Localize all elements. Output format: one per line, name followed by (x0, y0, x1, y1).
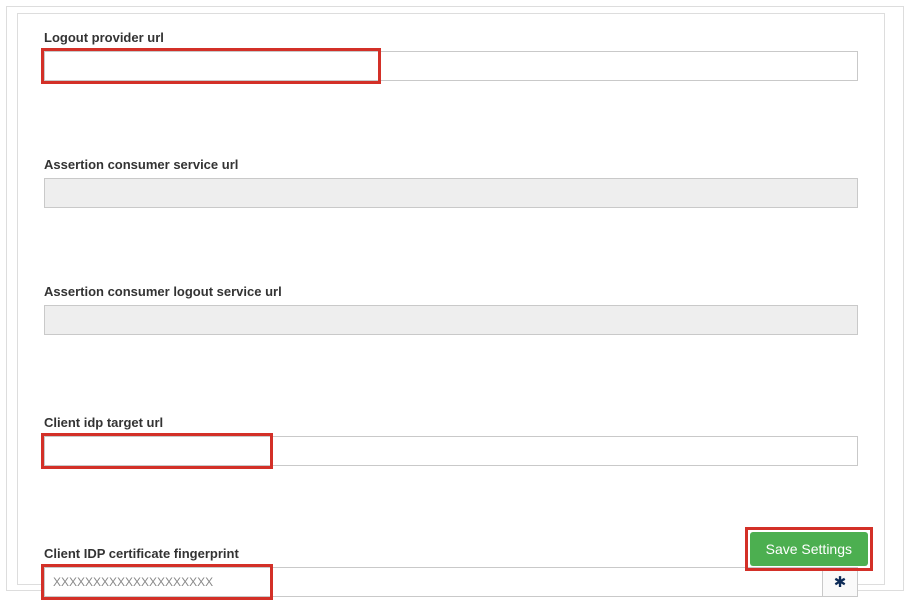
spacer (44, 335, 858, 395)
client-idp-target-input[interactable] (44, 436, 858, 466)
assertion-consumer-input (44, 178, 858, 208)
assertion-consumer-logout-input (44, 305, 858, 335)
logout-provider-label: Logout provider url (44, 30, 858, 45)
save-button-wrapper: Save Settings (750, 532, 868, 566)
save-settings-button[interactable]: Save Settings (750, 532, 868, 566)
spacer (44, 466, 858, 526)
assertion-consumer-logout-label: Assertion consumer logout service url (44, 284, 858, 299)
client-idp-fingerprint-input-wrapper: ✱ (44, 567, 858, 597)
client-idp-target-label: Client idp target url (44, 415, 858, 430)
page-outer-frame: Logout provider url Assertion consumer s… (6, 6, 904, 591)
client-idp-target-group: Client idp target url (44, 415, 858, 466)
assertion-consumer-input-wrapper (44, 178, 858, 208)
asterisk-icon: ✱ (834, 573, 847, 591)
client-idp-fingerprint-label: Client IDP certificate fingerprint (44, 546, 858, 561)
spacer (44, 81, 858, 137)
spacer (44, 208, 858, 264)
form-actions: Save Settings (750, 532, 868, 566)
assertion-consumer-logout-group: Assertion consumer logout service url (44, 284, 858, 335)
client-idp-fingerprint-input[interactable] (44, 567, 822, 597)
assertion-consumer-label: Assertion consumer service url (44, 157, 858, 172)
assertion-consumer-group: Assertion consumer service url (44, 157, 858, 208)
logout-provider-group: Logout provider url (44, 30, 858, 81)
client-idp-fingerprint-group: Client IDP certificate fingerprint ✱ (44, 546, 858, 597)
assertion-consumer-logout-input-wrapper (44, 305, 858, 335)
client-idp-target-input-wrapper (44, 436, 858, 466)
settings-form-panel: Logout provider url Assertion consumer s… (17, 13, 885, 585)
logout-provider-input-wrapper (44, 51, 858, 81)
logout-provider-input[interactable] (44, 51, 858, 81)
fingerprint-action-button[interactable]: ✱ (822, 567, 858, 597)
